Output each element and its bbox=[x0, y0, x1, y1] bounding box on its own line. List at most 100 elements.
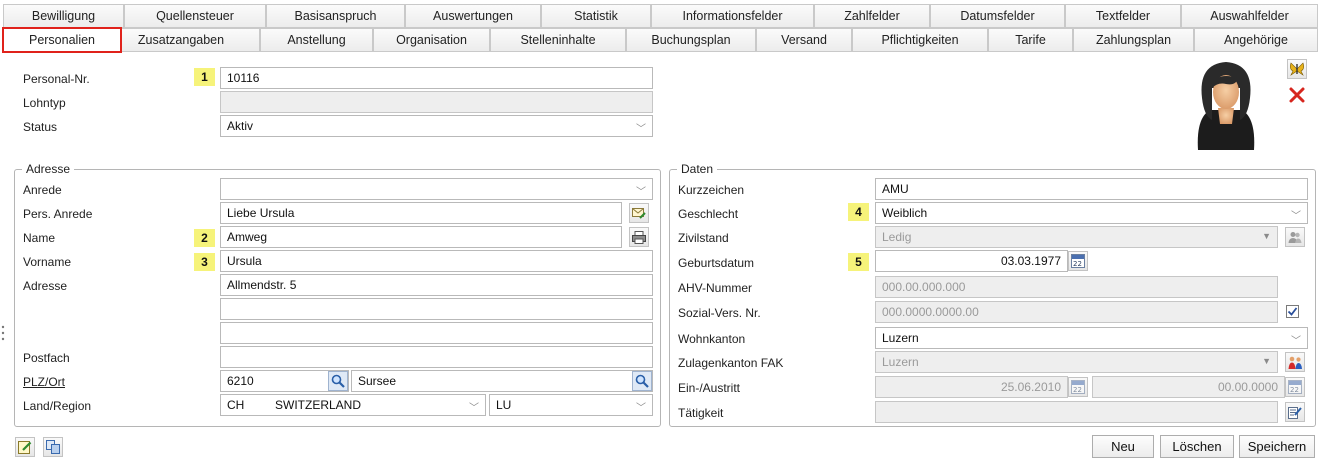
sozial-checkbox[interactable] bbox=[1286, 305, 1299, 318]
copy-icon[interactable] bbox=[43, 437, 63, 457]
badge-4: 4 bbox=[848, 203, 869, 221]
taetigkeit-input bbox=[875, 401, 1278, 423]
adresse-label: Adresse bbox=[23, 279, 68, 293]
tab-row-1: Bewilligung Quellensteuer Basisanspruch … bbox=[0, 4, 1321, 28]
tab-tarife[interactable]: Tarife bbox=[988, 28, 1073, 52]
status-value: Aktiv bbox=[227, 119, 254, 133]
personal-nr-input[interactable]: 10116 bbox=[220, 67, 653, 89]
sozial-label: Sozial-Vers. Nr. bbox=[678, 306, 761, 320]
tab-pflichtigkeiten[interactable]: Pflichtigkeiten bbox=[852, 28, 988, 52]
calendar-icon[interactable]: 22 bbox=[1068, 251, 1088, 271]
tab-informationsfelder[interactable]: Informationsfelder bbox=[651, 4, 814, 28]
chevron-down-icon: ﹀ bbox=[1291, 211, 1301, 222]
lohntyp-input bbox=[220, 91, 653, 113]
taetigkeit-label: Tätigkeit bbox=[678, 406, 724, 420]
tab-datumsfelder[interactable]: Datumsfelder bbox=[930, 4, 1065, 28]
print-icon[interactable] bbox=[629, 227, 649, 247]
region-value: LU bbox=[496, 398, 512, 412]
adresse-line-3[interactable] bbox=[220, 322, 653, 344]
zivilstand-label: Zivilstand bbox=[678, 231, 729, 245]
tab-personalien[interactable]: Personalien bbox=[2, 27, 122, 53]
zulagenkanton-label: Zulagenkanton FAK bbox=[678, 356, 784, 370]
region-select[interactable]: LU ﹀ bbox=[489, 394, 653, 416]
ahv-label: AHV-Nummer bbox=[678, 281, 753, 295]
butterfly-icon[interactable] bbox=[1287, 59, 1307, 79]
land-name: SWITZERLAND bbox=[275, 398, 362, 412]
tab-stelleninhalte[interactable]: Stelleninhalte bbox=[490, 28, 626, 52]
adresse-line-1[interactable]: Allmendstr. 5 bbox=[220, 274, 653, 296]
tab-auswahlfelder[interactable]: Auswahlfelder bbox=[1181, 4, 1318, 28]
tab-organisation[interactable]: Organisation bbox=[373, 28, 490, 52]
status-label: Status bbox=[23, 120, 58, 134]
postfach-input[interactable] bbox=[220, 346, 653, 368]
chevron-down-icon: ﹀ bbox=[636, 403, 646, 414]
edit-list-icon[interactable] bbox=[1285, 402, 1305, 422]
avatar bbox=[1188, 58, 1264, 154]
land-label: Land/Region bbox=[23, 399, 92, 413]
pers-anrede-input[interactable]: Liebe Ursula bbox=[220, 202, 622, 224]
wohnkanton-value: Luzern bbox=[882, 331, 919, 345]
name-input[interactable]: Amweg bbox=[220, 226, 622, 248]
envelope-edit-icon[interactable] bbox=[629, 203, 649, 223]
loeschen-button[interactable]: Löschen bbox=[1160, 435, 1234, 458]
anrede-select[interactable]: ﹀ bbox=[220, 178, 653, 200]
tab-bewilligung[interactable]: Bewilligung bbox=[3, 4, 124, 28]
tab-anstellung[interactable]: Anstellung bbox=[260, 28, 373, 52]
search-icon[interactable] bbox=[632, 371, 652, 391]
tab-angehoerige[interactable]: Angehörige bbox=[1194, 28, 1318, 52]
calendar-glyph: 22 bbox=[1073, 260, 1082, 268]
status-select[interactable]: Aktiv ﹀ bbox=[220, 115, 653, 137]
dropdown-arrow-icon: ▼ bbox=[1262, 231, 1271, 241]
sozial-input: 000.0000.0000.00 bbox=[875, 301, 1278, 323]
geburtsdatum-label: Geburtsdatum bbox=[678, 256, 755, 270]
tab-buchungsplan[interactable]: Buchungsplan bbox=[626, 28, 756, 52]
vorname-input[interactable]: Ursula bbox=[220, 250, 653, 272]
land-select[interactable]: CH SWITZERLAND ﹀ bbox=[220, 394, 486, 416]
chevron-down-icon: ﹀ bbox=[469, 403, 479, 414]
tab-quellensteuer[interactable]: Quellensteuer bbox=[124, 4, 266, 28]
badge-2: 2 bbox=[194, 229, 215, 247]
ahv-input: 000.00.000.000 bbox=[875, 276, 1278, 298]
wohnkanton-label: Wohnkanton bbox=[678, 332, 746, 346]
tab-auswertungen[interactable]: Auswertungen bbox=[405, 4, 541, 28]
zivilstand-value: Ledig bbox=[882, 230, 912, 244]
pers-anrede-label: Pers. Anrede bbox=[23, 207, 93, 221]
splitter-handle[interactable] bbox=[1, 325, 5, 341]
tab-zahlungsplan[interactable]: Zahlungsplan bbox=[1073, 28, 1194, 52]
einaus-label: Ein-/Austritt bbox=[678, 381, 741, 395]
badge-3: 3 bbox=[194, 253, 215, 271]
search-icon[interactable] bbox=[328, 371, 348, 391]
tab-textfelder[interactable]: Textfelder bbox=[1065, 4, 1181, 28]
zulagenkanton-select: Luzern ▼ bbox=[875, 351, 1278, 373]
wohnkanton-select[interactable]: Luzern ﹀ bbox=[875, 327, 1308, 349]
tab-statistik[interactable]: Statistik bbox=[541, 4, 651, 28]
edit-note-icon[interactable] bbox=[15, 437, 35, 457]
ort-input[interactable]: Sursee bbox=[351, 370, 653, 392]
tab-zahlfelder[interactable]: Zahlfelder bbox=[814, 4, 930, 28]
geschlecht-label: Geschlecht bbox=[678, 207, 739, 221]
calendar-glyph: 22 bbox=[1073, 386, 1082, 394]
adresse-line-2[interactable] bbox=[220, 298, 653, 320]
delete-icon[interactable] bbox=[1287, 85, 1307, 105]
geschlecht-select[interactable]: Weiblich ﹀ bbox=[875, 202, 1308, 224]
chevron-down-icon: ﹀ bbox=[1291, 336, 1301, 347]
speichern-button[interactable]: Speichern bbox=[1239, 435, 1315, 458]
adresse-legend: Adresse bbox=[22, 162, 75, 176]
lohntyp-label: Lohntyp bbox=[23, 96, 66, 110]
calendar-glyph: 22 bbox=[1290, 386, 1299, 394]
badge-5: 5 bbox=[848, 253, 869, 271]
family-icon[interactable] bbox=[1285, 352, 1305, 372]
neu-button[interactable]: Neu bbox=[1092, 435, 1154, 458]
plzort-link[interactable]: PLZ/Ort bbox=[23, 375, 65, 389]
geburtsdatum-input[interactable]: 03.03.1977 bbox=[875, 250, 1068, 272]
badge-1: 1 bbox=[194, 68, 215, 86]
tab-versand[interactable]: Versand bbox=[756, 28, 852, 52]
postfach-label: Postfach bbox=[23, 351, 70, 365]
personal-nr-label: Personal-Nr. bbox=[23, 72, 90, 86]
land-code: CH bbox=[227, 398, 245, 412]
tab-basisanspruch[interactable]: Basisanspruch bbox=[266, 4, 405, 28]
chevron-down-icon: ﹀ bbox=[636, 124, 646, 135]
kurzzeichen-input[interactable]: AMU bbox=[875, 178, 1308, 200]
tab-zusatzangaben[interactable]: Zusatzangaben bbox=[102, 28, 260, 52]
plz-value: 6210 bbox=[227, 374, 254, 388]
